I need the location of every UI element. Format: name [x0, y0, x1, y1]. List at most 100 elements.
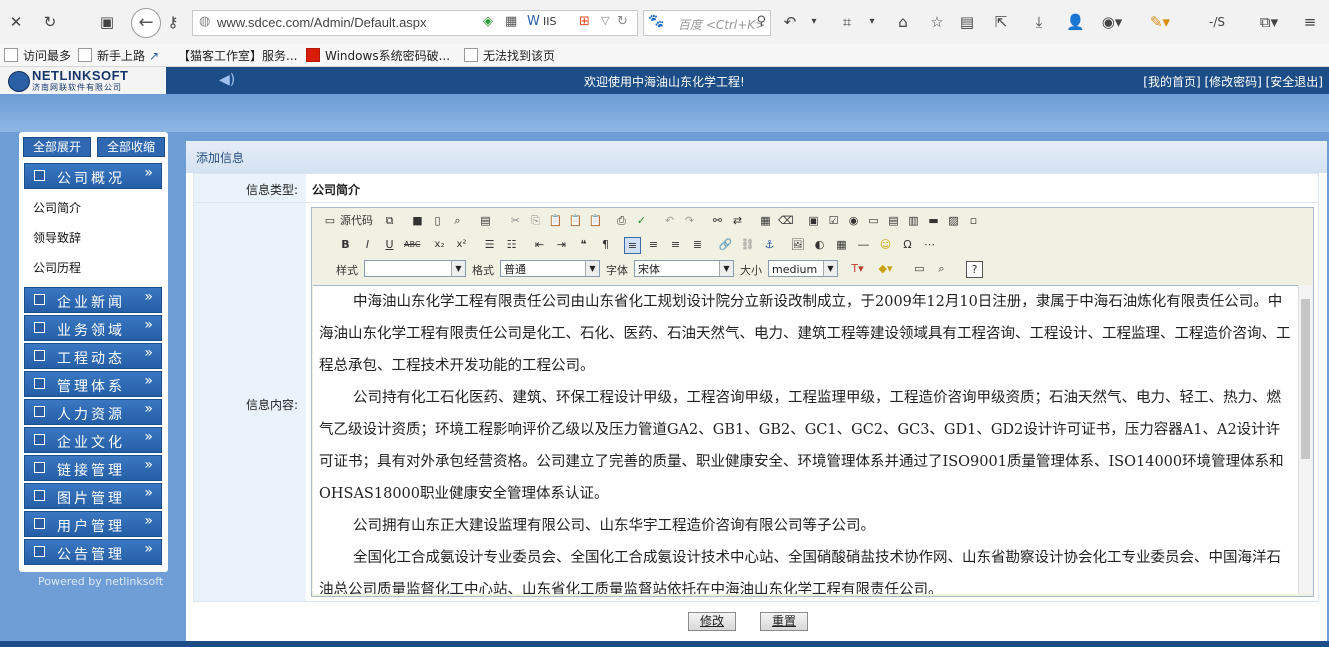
close-icon[interactable]: ✕ — [8, 11, 24, 33]
menu-company-overview[interactable]: 公司概况 » — [24, 163, 162, 189]
address-bar[interactable]: ◍ www.sdcec.com/Admin/Default.aspx ◈ ▦ W… — [192, 10, 638, 36]
style-select[interactable]: ▼ — [364, 260, 466, 277]
sync-icon[interactable]: ◉▾ — [1100, 11, 1124, 33]
special-char-icon[interactable]: Ω — [900, 237, 915, 252]
text-color-icon[interactable]: T▾ — [850, 261, 865, 276]
select-field-icon[interactable]: ▥ — [906, 213, 921, 228]
menu-news[interactable]: 企业新闻» — [24, 287, 162, 313]
help-icon[interactable]: ? — [966, 261, 983, 278]
print-preview-icon[interactable]: ⌕ — [450, 213, 465, 228]
replace-icon[interactable]: ⇄ — [730, 213, 745, 228]
new-page-icon[interactable]: ▯ — [430, 213, 445, 228]
italic-icon[interactable]: I — [360, 237, 375, 252]
hidden-field-icon[interactable]: ▫ — [966, 213, 981, 228]
size-select[interactable]: medium ▼ — [768, 260, 838, 277]
button-field-icon[interactable]: ▬ — [926, 213, 941, 228]
editor-content[interactable]: 中海油山东化学工程有限责任公司由山东省化工规划设计院分立新设改制成立，于2009… — [313, 285, 1298, 594]
align-left-icon[interactable]: ≡ — [624, 237, 641, 254]
textfield-icon[interactable]: ▭ — [866, 213, 881, 228]
underline-icon[interactable]: U — [382, 237, 397, 252]
print-icon[interactable]: ⎙ — [614, 213, 629, 228]
bookmark-item[interactable]: 【猫客工作室】服务... — [178, 47, 297, 64]
bookmark-item[interactable]: 新手上路 ↗ — [78, 47, 159, 64]
checkbox-icon[interactable]: ☑ — [826, 213, 841, 228]
refresh-icon[interactable]: ↻ — [40, 11, 60, 33]
paste-icon[interactable]: 📋 — [548, 213, 563, 228]
ordered-list-icon[interactable]: ☰ — [482, 237, 497, 252]
flash-icon[interactable]: ◐ — [812, 237, 827, 252]
tabs-icon[interactable]: ⧉▾ — [1258, 11, 1280, 33]
bookmark-item[interactable]: 访问最多 — [4, 47, 71, 64]
menu-links[interactable]: 链接管理» — [24, 455, 162, 481]
unlink-icon[interactable]: ⛓ — [740, 237, 755, 252]
textarea-icon[interactable]: ▤ — [886, 213, 901, 228]
menu-projects[interactable]: 工程动态» — [24, 343, 162, 369]
menu-business[interactable]: 业务领域» — [24, 315, 162, 341]
bookmark-item[interactable]: 无法找到该页 — [464, 47, 555, 64]
expand-all-button[interactable]: 全部展开 — [23, 137, 91, 157]
collapse-all-button[interactable]: 全部收缩 — [97, 137, 165, 157]
menu-management[interactable]: 管理体系» — [24, 371, 162, 397]
save-icon[interactable]: ■ — [410, 213, 425, 228]
maximize-icon[interactable]: ▭ — [912, 261, 927, 276]
reset-button[interactable]: 重置 — [760, 612, 808, 631]
form-icon[interactable]: ▣ — [806, 213, 821, 228]
superscript-icon[interactable]: x² — [454, 237, 469, 252]
bookmark-list-icon[interactable]: ▤ — [958, 11, 976, 33]
align-right-icon[interactable]: ≡ — [668, 237, 683, 252]
menu-hr[interactable]: 人力资源» — [24, 399, 162, 425]
horizontal-rule-icon[interactable]: ― — [856, 237, 871, 252]
div-container-icon[interactable]: ¶ — [598, 237, 613, 252]
key-icon[interactable]: ⚷ — [164, 11, 182, 33]
align-justify-icon[interactable]: ≣ — [690, 237, 705, 252]
indent-icon[interactable]: ⇥ — [554, 237, 569, 252]
template-icon[interactable]: ▤ — [478, 213, 493, 228]
menu-culture[interactable]: 企业文化» — [24, 427, 162, 453]
spellcheck-icon[interactable]: ✓ — [634, 213, 649, 228]
vs-icon[interactable]: -/S — [1206, 11, 1228, 33]
chevron-down-icon[interactable]: ▾ — [808, 11, 820, 33]
reload-icon[interactable]: ↻ — [617, 14, 628, 29]
menu-notices[interactable]: 公告管理» — [24, 539, 162, 565]
bookmark-item[interactable]: Windows系统密码破... — [306, 47, 450, 64]
format-select[interactable]: 普通 ▼ — [500, 260, 600, 277]
page-break-icon[interactable]: ⋯ — [922, 237, 937, 252]
align-center-icon[interactable]: ≡ — [646, 237, 661, 252]
show-blocks-icon[interactable]: ⌕ — [934, 261, 949, 276]
chevron-down-icon[interactable]: ▾ — [866, 11, 878, 33]
radio-icon[interactable]: ◉ — [846, 213, 861, 228]
undo-icon[interactable]: ↶ — [780, 11, 800, 33]
user-icon[interactable]: 👤 — [1066, 11, 1085, 33]
undo-icon[interactable]: ↶ — [662, 213, 677, 228]
bold-icon[interactable]: B — [338, 237, 353, 252]
cut-icon[interactable]: ✂ — [508, 213, 523, 228]
smiley-icon[interactable]: ☺ — [878, 237, 893, 252]
submenu-item[interactable]: 公司历程 — [33, 259, 81, 276]
menu-users[interactable]: 用户管理» — [24, 511, 162, 537]
font-select[interactable]: 宋体 ▼ — [634, 260, 734, 277]
subscript-icon[interactable]: x₂ — [432, 237, 447, 252]
select-all-icon[interactable]: ▦ — [758, 213, 773, 228]
shield-icon[interactable]: ◈ — [483, 14, 493, 29]
home-icon[interactable]: ⌂ — [894, 11, 912, 33]
word-icon[interactable]: W — [527, 14, 540, 29]
remove-format-icon[interactable]: ⌫ — [778, 213, 794, 228]
blockquote-icon[interactable]: ❝ — [576, 237, 591, 252]
anchor-icon[interactable]: ⚓ — [762, 237, 777, 252]
find-icon[interactable]: ⚯ — [710, 213, 725, 228]
search-icon[interactable]: ⚲ — [756, 14, 766, 29]
redo-icon[interactable]: ↷ — [682, 213, 697, 228]
star-icon[interactable]: ☆ — [928, 11, 946, 33]
menu-icon[interactable]: ≡ — [1300, 11, 1320, 33]
download-icon[interactable]: ⤓ — [1030, 11, 1048, 33]
submenu-item[interactable]: 领导致辞 — [33, 229, 81, 246]
submenu-item[interactable]: 公司简介 — [33, 199, 81, 216]
source-icon[interactable]: ▭ — [322, 213, 338, 228]
share-icon[interactable]: ⇱ — [992, 11, 1010, 33]
image-button-icon[interactable]: ▨ — [946, 213, 961, 228]
search-box[interactable]: 🐾 百度 <Ctrl+K> ⚲ — [643, 10, 771, 36]
paste-text-icon[interactable]: 📋 — [568, 213, 583, 228]
image-icon[interactable]: 🖼 — [790, 237, 805, 252]
extension-icon[interactable]: ✎▾ — [1148, 11, 1172, 33]
paste-word-icon[interactable]: 📋 — [588, 213, 603, 228]
